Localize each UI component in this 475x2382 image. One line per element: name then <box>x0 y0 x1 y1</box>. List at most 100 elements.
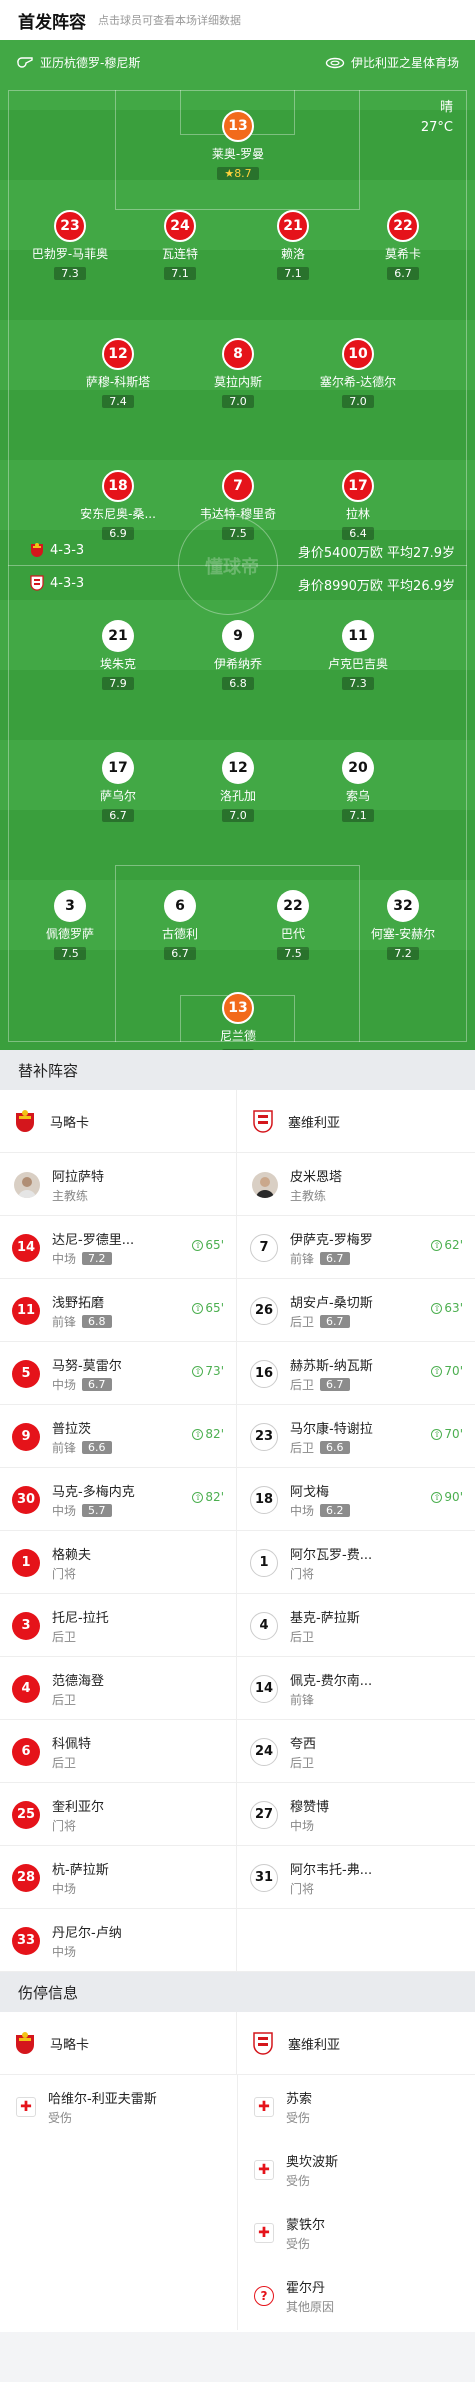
sub-player-4[interactable]: 4 范德海登 后卫 <box>0 1657 237 1720</box>
away-player-12[interactable]: 12 洛孔加 7.0 <box>183 752 293 823</box>
player-number: 3 <box>12 1611 40 1640</box>
player-rating: 6.7 <box>164 947 196 960</box>
player-name: 基克-萨拉斯 <box>290 1610 360 1626</box>
home-formation: 4-3-3 <box>30 542 84 558</box>
away-player-32[interactable]: 32 何塞-安赫尔 7.2 <box>348 890 458 961</box>
substitution-in: ⇧ 82' <box>192 1427 224 1441</box>
player-rating: 6.7 <box>102 809 134 822</box>
player-rating: 7.9 <box>102 677 134 690</box>
home-player-7[interactable]: 7 韦达特-穆里奇 7.5 <box>183 470 293 541</box>
player-name: 杭-萨拉斯 <box>52 1862 109 1878</box>
home-player-22[interactable]: 22 莫希卡 6.7 <box>348 210 458 281</box>
away-player-21[interactable]: 21 埃朱克 7.9 <box>63 620 173 691</box>
sub-player-30[interactable]: 30 马克-多梅内克 中场 5.7 ⇧ 82' <box>0 1468 237 1531</box>
home-player-18[interactable]: 18 安东尼奥-桑... 6.9 <box>63 470 173 541</box>
player-number: 9 <box>12 1422 40 1451</box>
away-player-13[interactable]: 13尼兰德7.6 <box>183 992 293 1050</box>
player-position: 中场 <box>290 1818 315 1833</box>
table-row: 9 普拉茨前锋 6.6 ⇧ 82' 23 马尔康-特谢拉 后卫 6.6 ⇧ 70' <box>0 1405 475 1468</box>
player-name: 奎利亚尔 <box>52 1799 105 1815</box>
player-name: 古德利 <box>161 927 198 941</box>
away-player-17[interactable]: 17 萨乌尔 6.7 <box>63 752 173 823</box>
injury-item[interactable]: ✚ 蒙铁尔 受伤 <box>238 2201 475 2264</box>
away-player-6[interactable]: 6 古德利 6.7 <box>125 890 235 961</box>
home-venue: 亚历杭德罗-穆尼斯 <box>16 54 140 71</box>
sub-player-26[interactable]: 26 胡安卢-桑切斯 后卫 6.7 ⇧ 63' <box>238 1279 475 1342</box>
sub-minute: 82' <box>205 1427 224 1441</box>
rating-value: 7.1 <box>171 267 189 280</box>
home-player-24[interactable]: 24 瓦连特 7.1 <box>125 210 235 281</box>
player-position: 前锋 <box>52 1440 77 1455</box>
away-player-20[interactable]: 20 索乌 7.1 <box>303 752 413 823</box>
away-venue-label: 伊比利亚之星体育场 <box>350 56 459 70</box>
subs-title: 替补阵容 <box>0 1050 475 1090</box>
sub-minute: 65' <box>205 1238 224 1252</box>
sub-player-11[interactable]: 11 浅野拓磨 前锋 6.8 ⇧ 65' <box>0 1279 237 1342</box>
home-player-21[interactable]: 21 赖洛 7.1 <box>238 210 348 281</box>
player-rating: 6.6 <box>320 1440 350 1454</box>
away-player-22[interactable]: 22 巴代 7.5 <box>238 890 348 961</box>
injury-item[interactable]: ✚ 哈维尔-利亚夫雷斯 受伤 <box>0 2075 237 2138</box>
injury-reason: 受伤 <box>286 2173 311 2188</box>
player-name: 普拉茨 <box>52 1421 92 1437</box>
sub-player-14[interactable]: 14 达尼-罗德里... 中场 7.2 ⇧ 65' <box>0 1216 237 1279</box>
player-number: 6 <box>164 890 196 922</box>
sub-player-7[interactable]: 7 伊萨克-罗梅罗 前锋 6.7 ⇧ 62' <box>238 1216 475 1279</box>
home-player-8[interactable]: 8 莫拉内斯 7.0 <box>183 338 293 409</box>
player-number: 17 <box>342 470 374 502</box>
injury-reason: 受伤 <box>286 2110 311 2125</box>
player-name: 何塞-安赫尔 <box>370 927 436 941</box>
sub-player-16[interactable]: 16 赫苏斯-纳瓦斯 后卫 6.7 ⇧ 70' <box>238 1342 475 1405</box>
player-number: 21 <box>102 620 134 652</box>
sub-player-25[interactable]: 25 奎利亚尔 门将 <box>0 1783 237 1846</box>
away-coach[interactable]: 皮米恩塔 主教练 <box>238 1153 475 1216</box>
sub-player-33[interactable]: 33 丹尼尔-卢纳 中场 <box>0 1909 237 1972</box>
injury-item[interactable]: ✚ 苏索 受伤 <box>238 2075 475 2138</box>
away-player-11[interactable]: 11 卢克巴吉奥 7.3 <box>303 620 413 691</box>
sub-in-icon: ⇧ <box>431 1239 443 1251</box>
player-name: 达尼-罗德里... <box>52 1232 135 1248</box>
rating-value: 6.4 <box>349 527 367 540</box>
player-number: 10 <box>342 338 374 370</box>
sub-player-23[interactable]: 23 马尔康-特谢拉 后卫 6.6 ⇧ 70' <box>238 1405 475 1468</box>
away-player-3[interactable]: 3 佩德罗萨 7.5 <box>15 890 125 961</box>
sevilla-logo-icon <box>253 1109 273 1133</box>
player-rating: 7.5 <box>277 947 309 960</box>
substitution-in: ⇧ 62' <box>431 1238 463 1252</box>
rating-value: 7.0 <box>229 395 247 408</box>
home-player-23[interactable]: 23 巴勃罗-马菲奥 7.3 <box>15 210 125 281</box>
injury-item[interactable]: ✚ 奥坎波斯 受伤 <box>238 2138 475 2201</box>
sub-minute: 65' <box>205 1301 224 1315</box>
sub-player-14[interactable]: 14 佩克-费尔南... 前锋 <box>238 1657 475 1720</box>
weather-text: 晴 <box>439 100 453 115</box>
home-player-10[interactable]: 10 塞尔希-达德尔 7.0 <box>303 338 413 409</box>
home-player-17[interactable]: 17 拉林 6.4 <box>303 470 413 541</box>
sub-player-9[interactable]: 9 普拉茨 前锋 6.6 ⇧ 82' <box>0 1405 237 1468</box>
player-position: 前锋 <box>290 1692 315 1707</box>
sub-player-1[interactable]: 1 阿尔瓦罗-费... 门将 <box>238 1531 475 1594</box>
sub-player-31[interactable]: 31 阿尔韦托-弗... 门将 <box>238 1846 475 1909</box>
mallorca-logo-icon <box>16 1109 34 1132</box>
whistle-icon <box>17 56 33 68</box>
sub-player-3[interactable]: 3 托尼-拉托 后卫 <box>0 1594 237 1657</box>
sub-player-5[interactable]: 5 马努-莫雷尔 中场 6.7 ⇧ 73' <box>0 1342 237 1405</box>
home-coach[interactable]: 阿拉萨特 主教练 <box>0 1153 237 1216</box>
home-player-13[interactable]: 13 莱奥-罗曼 ★8.7 <box>183 110 293 181</box>
player-number: 21 <box>277 210 309 242</box>
sub-player-28[interactable]: 28 杭-萨拉斯 中场 <box>0 1846 237 1909</box>
table-row: 11 浅野拓磨 前锋 6.8 ⇧ 65' 26 胡安卢-桑切斯 后卫 6.7 ⇧ 63' <box>0 1279 475 1342</box>
sub-player-1[interactable]: 1 格赖夫 门将 <box>0 1531 237 1594</box>
sub-player-4[interactable]: 4 基克-萨拉斯 后卫 <box>238 1594 475 1657</box>
player-rating: 7.0 <box>342 395 374 408</box>
player-name: 韦达特-穆里奇 <box>199 507 277 521</box>
home-player-12[interactable]: 12 萨穆-科斯塔 7.4 <box>63 338 173 409</box>
player-number: 8 <box>222 338 254 370</box>
sub-player-27[interactable]: 27 穆赞博 中场 <box>238 1783 475 1846</box>
sub-player-18[interactable]: 18 阿戈梅 中场 6.2 ⇧ 90' <box>238 1468 475 1531</box>
sub-player-24[interactable]: 24 夸西 后卫 <box>238 1720 475 1783</box>
away-player-9[interactable]: 9 伊希纳乔 6.8 <box>183 620 293 691</box>
sub-player-6[interactable]: 6 科佩特 后卫 <box>0 1720 237 1783</box>
player-number: 18 <box>250 1485 278 1514</box>
player-name: 托尼-拉托 <box>52 1610 109 1626</box>
injury-item[interactable]: ? 霍尔丹 其他原因 <box>238 2264 475 2327</box>
